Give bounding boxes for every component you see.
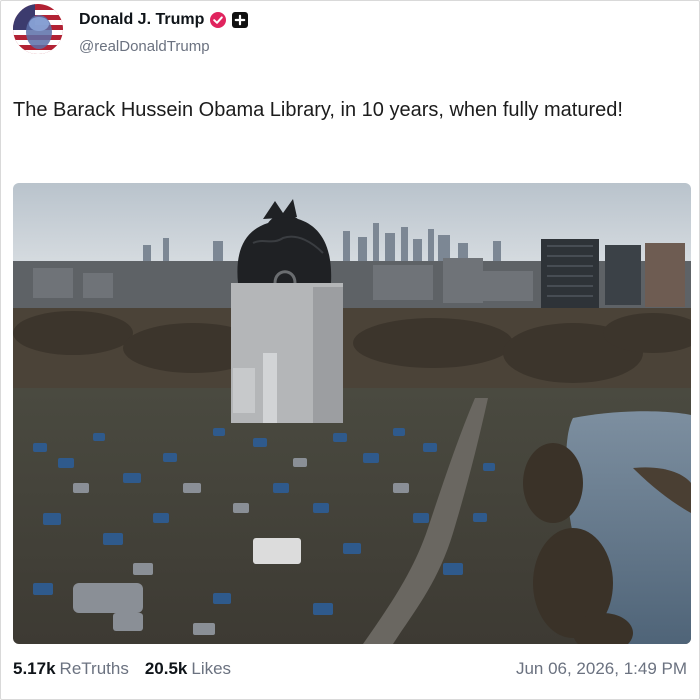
post-text: The Barack Hussein Obama Library, in 10 … (13, 99, 623, 121)
display-name[interactable]: Donald J. Trump (79, 11, 204, 29)
avatar[interactable] (13, 4, 63, 54)
retruths-count: 5.17k (13, 659, 56, 678)
encampment-photo (13, 183, 691, 644)
likes-count: 20.5k (144, 659, 188, 678)
retruths-label: ReTruths (59, 659, 129, 678)
flag-portrait-avatar-icon (13, 4, 63, 54)
user-handle[interactable]: @realDonaldTrump (79, 38, 210, 55)
plus-badge-icon (232, 12, 249, 28)
post-stats: 5.17k ReTruths 20.5k Likes (13, 657, 247, 681)
likes-stat[interactable]: 20.5k Likes (145, 659, 231, 679)
verified-badge-icon (210, 12, 227, 28)
likes-label: Likes (191, 659, 232, 678)
post-card: Donald J. Trump @realDonaldTrump The Bar… (0, 0, 700, 700)
author-name-row: Donald J. Trump (79, 9, 249, 31)
retruths-stat[interactable]: 5.17k ReTruths (13, 659, 129, 679)
post-timestamp[interactable]: Jun 06, 2026, 1:49 PM (516, 657, 687, 681)
post-image[interactable] (13, 183, 691, 644)
